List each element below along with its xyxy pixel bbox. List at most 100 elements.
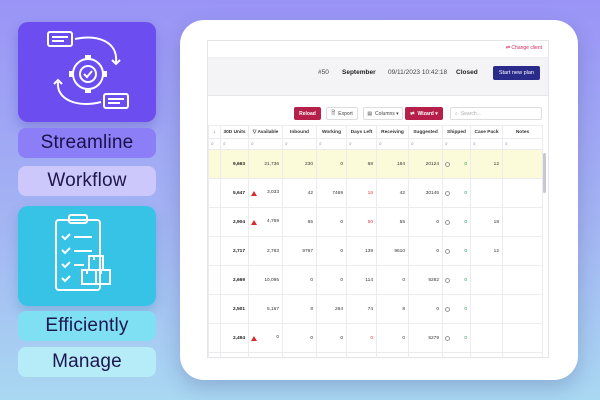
case-pack-cell: 12 [470,352,503,357]
case-pack-cell [470,294,503,324]
shipped-cell: 0 [442,294,471,324]
available-cell: 10,095 [248,265,283,295]
row-select-cell [208,294,221,324]
export-label: Export [338,110,353,117]
shipped-value: 0 [464,248,467,254]
suggested-cell: 0 [408,294,443,324]
col-sort[interactable]: ↓ [208,125,221,139]
working-cell: 0 [316,323,347,353]
table-row[interactable]: 2,494 0 0 0 0 0 5279 0 [208,323,543,353]
export-button[interactable]: 🗎 Export [326,107,358,120]
units-cell: 9,663 [220,149,249,179]
table-row[interactable]: 2,717 2,783 9787 0 139 9610 0 0 12 [208,236,543,266]
clock-icon [445,306,450,312]
case-pack-cell: 12 [470,149,503,179]
receiving-cell: 184 [376,149,409,179]
suggested-cell: 0 [408,207,443,237]
table-row[interactable]: 2,669 10,095 0 0 114 0 9282 0 [208,265,543,295]
filter-search-icon[interactable]: ⌕ [346,138,377,150]
inbound-cell: 230 [282,149,317,179]
filter-search-icon[interactable]: ⌕ [316,138,347,150]
filter-search-icon[interactable]: ⌕ [442,138,471,150]
inbound-cell: 42 [282,178,317,208]
columns-icon: ▤ [367,110,373,117]
table-row[interactable]: 2,4478,01925099490012 [208,352,543,357]
notes-cell [502,236,543,266]
days-left-cell: 16 [346,178,377,208]
col-days-left[interactable]: Days Left [346,125,377,139]
wizard-dropdown[interactable]: ⇄ Wizard ▾ [405,107,443,120]
checklist-illustration-card [18,206,156,306]
header-row: ↓ 30D Units ▽ Available Inbound Working … [208,125,543,139]
table-row[interactable]: 2,501 5,167 8 264 74 8 0 0 [208,294,543,324]
col-available[interactable]: ▽ Available [248,125,283,139]
available-cell: 4,769 [248,207,283,237]
row-select-cell [208,178,221,208]
filter-search-icon[interactable]: ⌕ [248,138,283,150]
notes-cell [502,323,543,353]
filter-search-icon[interactable]: ⌕ [502,138,543,150]
case-pack-cell: 18 [470,207,503,237]
col-case-pack[interactable]: Case Pack [470,125,503,139]
inbound-cell: 0 [282,323,317,353]
working-cell: 7469 [316,178,347,208]
shipped-value: 0 [464,219,467,225]
col-inbound[interactable]: Inbound [282,125,317,139]
reload-button[interactable]: Reload [294,107,321,120]
table-row[interactable]: 2,904 4,769 65 0 50 55 0 0 18 [208,207,543,237]
case-pack-cell: 12 [470,236,503,266]
shipped-cell: 0 [442,207,471,237]
col-working[interactable]: Working [316,125,347,139]
change-client-link[interactable]: ⇄ Change client [506,45,542,51]
manage-label: Manage [18,347,156,377]
row-select-cell [208,236,221,266]
clock-icon [445,277,450,283]
available-value: 4,769 [266,219,279,224]
clock-icon [445,190,450,196]
start-new-plan-button[interactable]: Start new plan [492,66,540,80]
search-input[interactable]: ⌕ Search... [450,107,542,120]
table-row[interactable]: 9,663 21,736 230 0 68 184 20124 0 12 [208,149,543,179]
col-receiving[interactable]: Receiving [376,125,409,139]
table-row[interactable]: 5,647 3,033 42 7469 16 42 30145 0 [208,178,543,208]
notes-cell [502,294,543,324]
filter-search-icon[interactable]: ⌕ [376,138,409,150]
col-shipped[interactable]: Shipped [442,125,471,139]
table-scrollbar[interactable] [543,153,546,193]
suggested-cell: 5279 [408,323,443,353]
col-suggested[interactable]: Suggested [408,125,443,139]
shipped-cell: 0 [442,352,471,357]
units-cell: 2,669 [220,265,249,295]
shipped-cell: 0 [442,149,471,179]
available-value: 5,167 [266,306,279,312]
working-cell: 0 [316,149,347,179]
available-cell: 0 [248,323,283,353]
inventory-table: ↓ 30D Units ▽ Available Inbound Working … [208,125,543,357]
workflow-illustration-card [18,22,156,122]
days-left-cell: 0 [346,323,377,353]
filter-search-icon[interactable]: ⌕ [470,138,503,150]
working-cell: 0 [316,265,347,295]
filter-search-icon[interactable]: ⌕ [208,138,221,150]
working-cell: 0 [316,207,347,237]
columns-dropdown[interactable]: ▤ Columns ▾ [363,107,403,120]
filter-search-icon[interactable]: ⌕ [282,138,317,150]
inbound-cell: 8 [282,294,317,324]
plan-month: September [342,69,376,76]
suggested-cell: 9282 [408,265,443,295]
row-select-cell [208,207,221,237]
receiving-cell: 0 [376,323,409,353]
col-30d-units[interactable]: 30D Units [220,125,249,139]
gear-cycle-workflow-icon [47,31,129,109]
plan-status: Closed [456,69,478,76]
warning-icon [251,191,257,196]
col-notes[interactable]: Notes [502,125,543,139]
receiving-cell: 49 [376,352,409,357]
filter-search-icon[interactable]: ⌕ [408,138,443,150]
workflow-label: Workflow [18,166,156,196]
filter-search-icon[interactable]: ⌕ [220,138,249,150]
days-left-cell: 68 [346,149,377,179]
search-icon: ⌕ [455,110,458,117]
receiving-cell: 8 [376,294,409,324]
wizard-icon: ⇄ [410,110,415,117]
